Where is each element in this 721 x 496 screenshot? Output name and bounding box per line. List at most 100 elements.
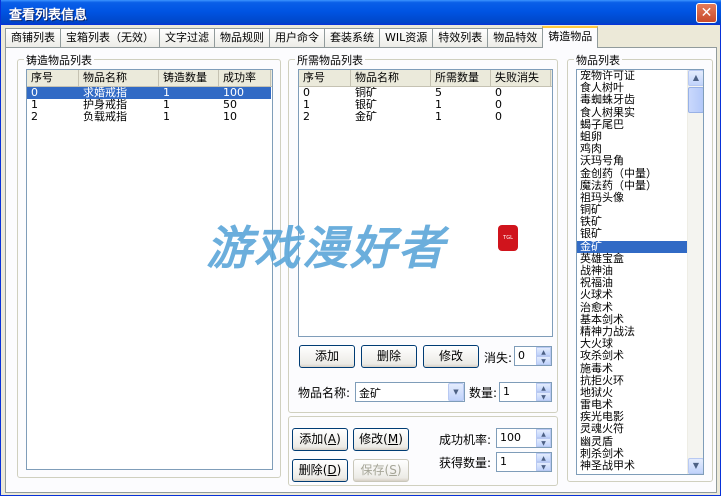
gain-qty-label: 获得数量: <box>439 456 492 470</box>
scroll-thumb[interactable] <box>688 87 703 113</box>
table-row[interactable]: 0 求婚戒指 1 100 <box>27 87 272 99</box>
watermark-text: 游戏漫好者 <box>206 221 446 275</box>
tab-0[interactable]: 商铺列表 <box>5 28 61 48</box>
qty-spinner[interactable]: 1 ▲ ▼ <box>499 382 552 402</box>
tab-8[interactable]: 物品特效 <box>487 28 544 48</box>
table-cell: 2 <box>303 111 310 123</box>
close-icon: ✕ <box>700 5 713 21</box>
list-item[interactable]: 灵魂火符 <box>577 423 703 435</box>
spin-up-icon[interactable]: ▲ <box>536 453 551 462</box>
column-header[interactable]: 物品名称 <box>79 70 159 86</box>
column-header[interactable]: 成功率 <box>219 70 271 86</box>
loss-value: 0 <box>518 349 525 362</box>
column-header[interactable]: 失败消失 <box>491 70 551 86</box>
list-item[interactable]: 幽灵盾 <box>577 435 703 448</box>
table-cell: 银矿 <box>355 99 377 111</box>
table-cell: 1 <box>31 99 38 111</box>
item-list-group: 物品列表 宠物许可证 食人树叶 毒蜘蛛牙齿 食人树果实 蝎子尾巴 蛆卵 鸡肉 沃玛号角 金创药（… <box>567 52 713 482</box>
tab-3[interactable]: 物品规则 <box>214 28 270 48</box>
item-list-scrollbar[interactable]: ▲ ▼ <box>687 70 703 474</box>
list-item[interactable]: 金矿 <box>577 240 703 253</box>
tab-6[interactable]: WIL资源 <box>379 28 434 48</box>
delete-button[interactable]: 删除(D) <box>292 459 348 482</box>
spin-down-icon[interactable]: ▼ <box>536 438 551 447</box>
table-cell: 10 <box>223 111 237 123</box>
tab-7[interactable]: 特效列表 <box>432 28 489 48</box>
table-cell: 负载戒指 <box>83 111 127 123</box>
table-cell: 0 <box>27 87 79 99</box>
list-item[interactable]: 神圣战甲术 <box>577 459 703 472</box>
table-cell: 护身戒指 <box>83 99 127 111</box>
spin-down-icon[interactable]: ▼ <box>536 356 551 365</box>
table-cell: 1 <box>163 111 170 123</box>
tab-9[interactable]: 铸造物品 <box>542 26 599 48</box>
spin-down-icon[interactable]: ▼ <box>536 462 551 471</box>
list-item[interactable]: 银矿 <box>577 228 703 240</box>
req-delete-button[interactable]: 删除 <box>361 345 417 368</box>
spin-up-icon[interactable]: ▲ <box>536 429 551 438</box>
scroll-up-icon[interactable]: ▲ <box>688 70 703 86</box>
forge-items-group-label: 铸造物品列表 <box>24 52 94 68</box>
column-header[interactable]: 序号 <box>27 70 79 86</box>
table-cell: 1 <box>159 87 219 99</box>
table-cell: 铜矿 <box>355 87 377 99</box>
table-row[interactable]: 1 银矿 1 0 <box>299 99 552 111</box>
success-rate-value: 100 <box>500 431 521 444</box>
tab-strip: 商铺列表 宝箱列表（无效） 文字过滤 物品规则 用户命令 套装系统 WIL资源 特效列表 物品特… <box>5 26 599 48</box>
tab-2[interactable]: 文字过滤 <box>159 28 215 48</box>
table-cell: 1 <box>435 111 442 123</box>
column-header[interactable]: 铸造数量 <box>159 70 219 86</box>
success-rate-spinner[interactable]: 100 ▲ ▼ <box>496 428 552 448</box>
success-rate-label: 成功机率: <box>439 433 492 447</box>
table-row[interactable]: 0 铜矿 5 0 <box>299 87 552 99</box>
table-row[interactable]: 2 金矿 1 0 <box>299 111 552 123</box>
tab-1[interactable]: 宝箱列表（无效） <box>60 28 160 48</box>
table-cell: 0 <box>495 111 502 123</box>
table-cell: 100 <box>219 87 271 99</box>
table-row[interactable]: 1 护身戒指 1 50 <box>27 99 272 111</box>
table-row[interactable]: 2 负载戒指 1 10 <box>27 111 272 123</box>
list-item[interactable]: 治愈术 <box>577 301 703 314</box>
qty-value: 1 <box>503 385 510 398</box>
req-modify-button[interactable]: 修改 <box>423 345 479 368</box>
forge-items-header: 序号 物品名称 铸造数量 成功率 <box>27 70 272 87</box>
list-item[interactable]: 施毒术 <box>577 362 703 375</box>
add-button[interactable]: 添加(A) <box>292 428 348 451</box>
tab-5[interactable]: 套装系统 <box>324 28 380 48</box>
loss-spinner[interactable]: 0 ▲ ▼ <box>514 346 552 366</box>
spin-up-icon[interactable]: ▲ <box>536 347 551 356</box>
table-cell: 0 <box>495 87 502 99</box>
gain-qty-spinner[interactable]: 1 ▲ ▼ <box>496 452 552 472</box>
list-item[interactable]: 金创药（中量） <box>577 167 703 180</box>
table-cell: 50 <box>223 99 237 111</box>
spin-down-icon[interactable]: ▼ <box>536 392 551 401</box>
save-button[interactable]: 保存(S) <box>353 459 409 482</box>
list-item[interactable]: 沃玛号角 <box>577 155 703 167</box>
close-button[interactable]: ✕ <box>696 3 717 23</box>
list-item[interactable]: 食人树果实 <box>577 106 703 119</box>
tab-4[interactable]: 用户命令 <box>269 28 325 48</box>
required-items-listview[interactable]: 序号 物品名称 所需数量 失败消失 0 铜矿 5 0 1 银矿 1 0 2 金矿 1 0 <box>298 69 553 337</box>
column-header[interactable]: 物品名称 <box>351 70 431 86</box>
item-listbox[interactable]: 宠物许可证 食人树叶 毒蜘蛛牙齿 食人树果实 蝎子尾巴 蛆卵 鸡肉 沃玛号角 金创药（中量） 魔法… <box>576 69 704 475</box>
table-cell: 1 <box>303 99 310 111</box>
item-name-label: 物品名称: <box>298 386 351 400</box>
req-add-button[interactable]: 添加 <box>299 345 355 368</box>
window-title: 查看列表信息 <box>9 8 88 23</box>
column-header[interactable]: 所需数量 <box>431 70 491 86</box>
watermark-seal: TGL <box>498 225 518 251</box>
list-item[interactable]: 毒蜘蛛牙齿 <box>577 94 703 106</box>
table-cell: 5 <box>435 87 442 99</box>
scroll-down-icon[interactable]: ▼ <box>688 458 703 474</box>
list-item[interactable]: 攻杀剑术 <box>577 350 703 362</box>
loss-label: 消失: <box>484 351 513 365</box>
table-cell: 0 <box>495 99 502 111</box>
chevron-down-icon[interactable]: ▼ <box>448 383 464 401</box>
modify-button[interactable]: 修改(M) <box>353 428 409 451</box>
spin-up-icon[interactable]: ▲ <box>536 383 551 392</box>
item-name-combo[interactable]: 金矿 ▼ <box>355 382 465 402</box>
list-item[interactable]: 火球术 <box>577 289 703 301</box>
main-window: 查看列表信息 ✕ 商铺列表 宝箱列表（无效） 文字过滤 物品规则 用户命令 套装系统 WIL… <box>0 0 721 496</box>
column-header[interactable]: 序号 <box>299 70 351 86</box>
title-bar[interactable]: 查看列表信息 ✕ <box>1 0 721 25</box>
